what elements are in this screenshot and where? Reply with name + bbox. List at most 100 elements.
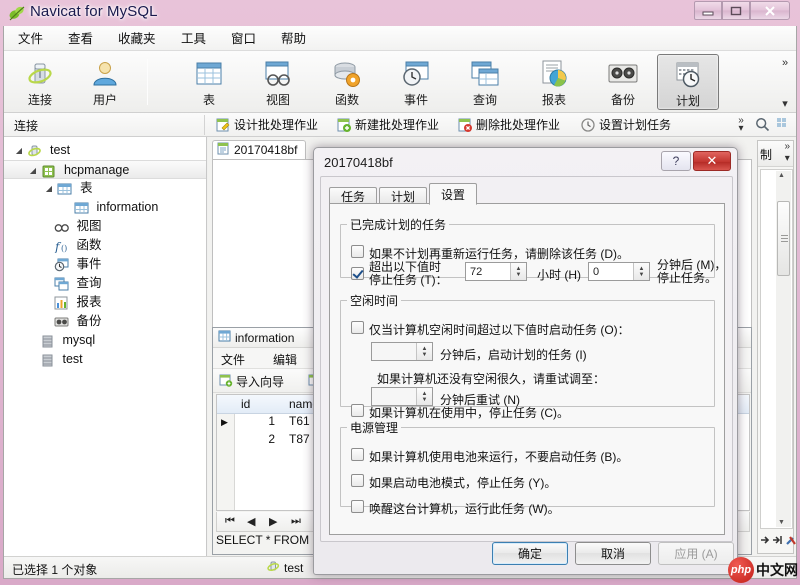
label-stop-on-battery-mode: 如果启动电池模式，停止任务 (Y)。 <box>369 476 557 490</box>
spinner-minutes-arrows[interactable]: ▲ ▼ <box>633 263 649 280</box>
new-batch-job-button[interactable]: 新建批处理作业 <box>337 116 439 134</box>
checkbox-only-start-when-idle[interactable] <box>351 321 364 334</box>
search-icon[interactable] <box>755 117 770 135</box>
tree-item-information-table[interactable]: information <box>4 198 206 217</box>
object-tree-panel[interactable]: ◢ test ◢ hcpmanage ◢ 表 information 视图 f … <box>4 137 207 557</box>
database-icon <box>40 353 56 367</box>
column-header-id[interactable]: id <box>241 397 250 411</box>
scrollbar-thumb[interactable] <box>777 201 790 276</box>
checkbox-dont-start-on-battery[interactable] <box>351 448 364 461</box>
pager-next-button[interactable]: ▶ <box>269 515 277 528</box>
object-tab-20170418bf[interactable]: 20170418bf <box>212 140 307 160</box>
current-row-marker: ▶ <box>221 417 228 427</box>
tools-icon[interactable] <box>785 534 797 549</box>
grid-icon[interactable] <box>776 117 790 134</box>
toolbar-overflow-button[interactable]: » ▾ <box>778 55 792 110</box>
tab-settings[interactable]: 设置 <box>429 183 477 205</box>
table-menu-file[interactable]: 文件 <box>221 351 245 368</box>
spinner-minutes[interactable]: 0 ▲ ▼ <box>588 262 650 281</box>
right-dock-overflow-button[interactable]: » ▾ <box>784 141 790 164</box>
pager-last-button[interactable]: ⏭ <box>291 515 301 528</box>
toolbar-button-connection[interactable]: 连接 <box>9 54 71 110</box>
query-icon <box>454 57 516 91</box>
svg-text:(): () <box>61 244 67 253</box>
import-wizard-button[interactable]: 导入向导 <box>219 373 284 390</box>
toolbar-button-event[interactable]: 事件 <box>385 54 447 110</box>
subtoolbar-overflow-button[interactable]: » ▾ <box>734 115 748 134</box>
expand-arrow-icon[interactable]: ◢ <box>44 179 54 198</box>
checkbox-stop-if-computer-in-use[interactable] <box>351 404 364 417</box>
spinner-idle-minutes-arrows[interactable]: ▲ ▼ <box>416 343 432 360</box>
pager-prev-button[interactable]: ◀ <box>247 515 255 528</box>
spinner-hours[interactable]: 72 ▲ ▼ <box>465 262 527 281</box>
minimize-button[interactable] <box>694 1 722 20</box>
expand-arrow-icon[interactable]: ◢ <box>28 161 38 180</box>
tree-item-backups-folder[interactable]: 备份 <box>4 312 206 331</box>
menu-window[interactable]: 窗口 <box>225 30 262 48</box>
cell-name[interactable]: T61 <box>289 414 310 428</box>
cell-id[interactable]: 2 <box>239 432 275 446</box>
pager-first-button[interactable]: ⏮ <box>225 515 235 528</box>
menu-help[interactable]: 帮助 <box>275 30 312 48</box>
checkbox-delete-task-if-not-rescheduled[interactable] <box>351 245 364 258</box>
label-minutes-line1: 分钟后 (M)， <box>657 258 727 272</box>
tree-item-queries-folder[interactable]: 查询 <box>4 274 206 293</box>
design-batch-job-button[interactable]: 设计批处理作业 <box>216 116 318 134</box>
checkbox-stop-on-battery-mode[interactable] <box>351 474 364 487</box>
close-button[interactable] <box>750 1 790 20</box>
tree-item-events-folder[interactable]: 事件 <box>4 255 206 274</box>
delete-batch-job-button[interactable]: 删除批处理作业 <box>458 116 560 134</box>
tree-item-mysql-database[interactable]: mysql <box>4 331 206 350</box>
checkbox-wake-computer[interactable] <box>351 500 364 513</box>
dialog-close-button[interactable]: ✕ <box>693 151 731 171</box>
toolbar-button-backup[interactable]: 备份 <box>592 54 654 110</box>
batch-job-icon <box>217 142 230 158</box>
menu-favorites[interactable]: 收藏夹 <box>112 30 162 48</box>
toolbar-button-table[interactable]: 表 <box>178 54 240 110</box>
table-menu-edit[interactable]: 编辑 <box>273 351 297 368</box>
spinner-idle-minutes[interactable]: ▲ ▼ <box>371 342 433 361</box>
database-icon <box>41 164 57 178</box>
scroll-down-arrow-icon[interactable]: ▼ <box>778 519 785 526</box>
dialog-help-button[interactable]: ? <box>661 151 691 171</box>
cell-id[interactable]: 1 <box>239 414 275 428</box>
arrow-right-icon[interactable] <box>760 534 770 549</box>
toolbar-button-query[interactable]: 查询 <box>454 54 516 110</box>
toolbar-button-user[interactable]: 用户 <box>74 54 136 110</box>
toolbar-button-view[interactable]: 视图 <box>247 54 309 110</box>
tree-item-test-connection[interactable]: ◢ test <box>4 141 206 160</box>
toolbar-label: 表 <box>202 93 215 107</box>
view-folder-icon <box>54 220 70 234</box>
spinner-hours-arrows[interactable]: ▲ ▼ <box>510 263 526 280</box>
arrow-to-end-icon[interactable] <box>772 534 783 549</box>
checkbox-stop-task-after[interactable] <box>351 267 364 280</box>
cell-name[interactable]: T87 <box>289 432 310 446</box>
spinner-minutes-value[interactable]: 0 <box>589 266 633 278</box>
schedule-icon <box>658 58 718 92</box>
tree-item-reports-folder[interactable]: 报表 <box>4 293 206 312</box>
menu-file[interactable]: 文件 <box>12 30 49 48</box>
vertical-scrollbar[interactable]: ▲ ▼ <box>776 171 791 527</box>
status-connection: test <box>266 560 303 576</box>
spinner-hours-value[interactable]: 72 <box>466 266 510 278</box>
set-schedule-task-button[interactable]: 设置计划任务 <box>581 116 671 134</box>
toolbar-button-report[interactable]: 报表 <box>523 54 585 110</box>
apply-button[interactable]: 应用 (A) <box>658 542 734 565</box>
menu-tools[interactable]: 工具 <box>175 30 212 48</box>
tree-item-functions-folder[interactable]: f() 函数 <box>4 236 206 255</box>
cancel-button[interactable]: 取消 <box>575 542 651 565</box>
expand-arrow-icon[interactable]: ◢ <box>14 141 24 160</box>
maximize-button[interactable] <box>722 1 750 20</box>
delete-batch-job-icon <box>458 118 472 132</box>
table-folder-icon <box>57 182 73 196</box>
tree-item-views-folder[interactable]: 视图 <box>4 217 206 236</box>
toolbar-button-function[interactable]: 函数 <box>316 54 378 110</box>
scroll-up-arrow-icon[interactable]: ▲ <box>778 172 785 179</box>
tree-item-tables-folder[interactable]: ◢ 表 <box>4 179 206 198</box>
spinner-retry-minutes-arrows[interactable]: ▲ ▼ <box>416 388 432 405</box>
ok-button[interactable]: 确定 <box>492 542 568 565</box>
toolbar-button-schedule[interactable]: 计划 <box>657 54 719 110</box>
tree-item-test-database[interactable]: test <box>4 350 206 369</box>
tree-item-hcpmanage[interactable]: ◢ hcpmanage <box>4 160 206 179</box>
menu-view[interactable]: 查看 <box>62 30 99 48</box>
